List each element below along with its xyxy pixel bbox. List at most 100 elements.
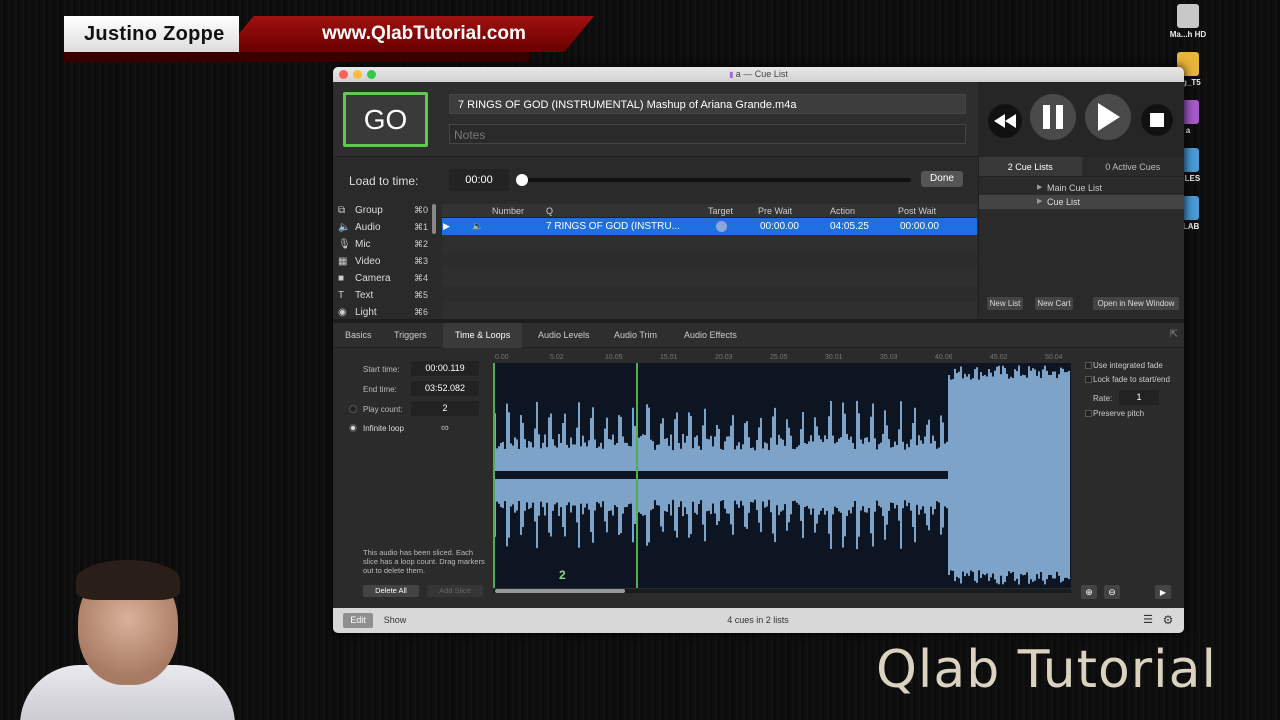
cue-type-video[interactable]: ▦ Video ⌘3 [333, 253, 436, 270]
cue-type-shortcut: ⌘2 [413, 239, 428, 249]
postwait-cell: 00:00.00 [900, 221, 939, 232]
ruler-tick-label: 5.02 [550, 354, 564, 361]
go-button[interactable]: GO [343, 92, 428, 147]
rate-label: Rate: [1093, 394, 1113, 403]
col-prewait[interactable]: Pre Wait [758, 206, 792, 216]
col-action[interactable]: Action [830, 206, 855, 216]
infinite-loop-radio[interactable] [349, 424, 357, 432]
cue-type-light[interactable]: ◉ Light ⌘6 [333, 304, 436, 320]
footer-bar: Edit Show 4 cues in 2 lists ☰ ⚙ [333, 608, 1184, 633]
load-slider-track[interactable] [521, 178, 911, 182]
play-button[interactable] [1085, 94, 1131, 140]
load-time-field[interactable]: 00:00 [449, 169, 509, 191]
rewind-icon [994, 114, 1016, 128]
rate-field[interactable]: 1 [1119, 390, 1159, 405]
cue-type-group[interactable]: ⧉ Group ⌘0 [333, 202, 436, 219]
cue-type-audio[interactable]: 🔈 Audio ⌘1 [333, 219, 436, 236]
load-to-time-bar: Load to time: 00:00 Done [333, 157, 978, 202]
notes-field[interactable]: Notes [449, 124, 966, 144]
table-row[interactable]: ▶ 🔈 7 RINGS OF GOD (INSTRU... 00:00.00 0… [442, 218, 977, 235]
new-list-button[interactable]: New List [987, 297, 1023, 310]
open-new-window-button[interactable]: Open in New Window [1093, 297, 1179, 310]
play-count-radio[interactable] [349, 405, 357, 413]
tab-time-loops[interactable]: Time & Loops [443, 323, 523, 348]
cue-type-text[interactable]: T Text ⌘5 [333, 287, 436, 304]
cue-type-icon: ⧉ [338, 205, 346, 216]
list-item-cue-list[interactable]: ▶ Cue List [979, 195, 1184, 209]
list-view-icon[interactable]: ☰ [1141, 613, 1155, 628]
tab-active-cues[interactable]: 0 Active Cues [1082, 157, 1185, 176]
tab-audio-effects[interactable]: Audio Effects [672, 323, 749, 348]
waveform-view[interactable]: 2 [493, 363, 1071, 588]
cue-lists-panel: 2 Cue Lists 0 Active Cues ▶ Main Cue List… [978, 157, 1184, 317]
waveform-center-gap [493, 471, 948, 479]
add-slice-button[interactable]: Add Slice [427, 585, 483, 597]
minimize-window-button[interactable] [353, 70, 362, 79]
col-target[interactable]: Target [708, 206, 733, 216]
document-icon: ▮ [729, 70, 736, 79]
tutorial-url: www.QlabTutorial.com [224, 16, 594, 52]
cue-type-icon: 🔈 [338, 222, 351, 233]
show-mode-button[interactable]: Show [379, 613, 411, 628]
cue-type-shortcut: ⌘0 [413, 205, 428, 215]
zoom-in-button[interactable]: ⊕ [1081, 585, 1097, 599]
stop-button[interactable] [1141, 104, 1173, 136]
cue-table: Number Q Target Pre Wait Action Post Wai… [442, 204, 977, 320]
prewait-cell: 00:00.00 [760, 221, 799, 232]
integrated-fade-checkbox[interactable] [1085, 362, 1092, 369]
tab-audio-trim[interactable]: Audio Trim [602, 323, 669, 348]
target-icon[interactable] [716, 221, 727, 232]
cue-type-icon: ■ [338, 273, 345, 284]
tab-triggers[interactable]: Triggers [382, 323, 439, 348]
cue-type-shortcut: ⌘3 [413, 256, 428, 266]
zoom-out-button[interactable]: ⊖ [1104, 585, 1120, 599]
pause-button[interactable] [1030, 94, 1076, 140]
popout-icon[interactable]: ⇱ [1170, 329, 1178, 340]
start-time-field[interactable]: 00:00.119 [411, 361, 479, 376]
lock-fade-checkbox[interactable] [1085, 376, 1092, 383]
playhead-icon: ▶ [443, 221, 450, 231]
col-q[interactable]: Q [546, 206, 553, 216]
cue-type-camera[interactable]: ■ Camera ⌘4 [333, 270, 436, 287]
cue-type-shortcut: ⌘1 [413, 222, 428, 232]
cue-type-mic[interactable]: 🎙 Mic ⌘2 [333, 236, 436, 253]
start-marker[interactable] [493, 363, 495, 588]
play-count-field[interactable]: 2 [411, 401, 479, 416]
inspector-panel: ⇱ Basics Triggers Time & Loops Audio Levels… [333, 323, 1184, 608]
rewind-button[interactable] [988, 104, 1022, 138]
new-cart-button[interactable]: New Cart [1035, 297, 1073, 310]
cue-name-field[interactable]: 7 RINGS OF GOD (INSTRUMENTAL) Mashup of … [449, 94, 966, 114]
list-item-main-cue-list[interactable]: ▶ Main Cue List [979, 181, 1184, 195]
gear-icon[interactable]: ⚙ [1161, 613, 1175, 628]
ruler-tick-label: 25.05 [770, 354, 788, 361]
cue-q-cell: 7 RINGS OF GOD (INSTRU... [546, 221, 680, 232]
done-button[interactable]: Done [921, 171, 963, 187]
cue-type-label: Video [355, 256, 381, 267]
ruler-tick-label: 20.03 [715, 354, 733, 361]
waveform-scrollbar[interactable] [493, 589, 1071, 593]
play-icon: ▶ [1159, 588, 1167, 597]
delete-all-button[interactable]: Delete All [363, 585, 419, 597]
preview-play-button[interactable]: ▶ [1155, 585, 1171, 599]
tab-cue-lists[interactable]: 2 Cue Lists [979, 157, 1082, 176]
ruler-tick-label: 30.01 [825, 354, 843, 361]
col-postwait[interactable]: Post Wait [898, 206, 936, 216]
cue-type-label: Audio [355, 222, 381, 233]
stop-icon [1150, 113, 1164, 127]
edit-mode-button[interactable]: Edit [343, 613, 373, 628]
end-time-field[interactable]: 03:52.082 [411, 381, 479, 396]
zoom-window-button[interactable] [367, 70, 376, 79]
tab-basics[interactable]: Basics [333, 323, 384, 348]
ruler-tick-label: 0.00 [495, 354, 509, 361]
slice-marker[interactable] [636, 363, 638, 588]
preserve-pitch-label: Preserve pitch [1093, 409, 1145, 418]
preserve-pitch-checkbox[interactable] [1085, 410, 1092, 417]
presenter-banner: www.QlabTutorial.com Justino Zoppe [64, 16, 594, 62]
desktop-icon-0[interactable]: Ma...h HD [1166, 4, 1210, 39]
slice-note: This audio has been sliced. Each slice h… [363, 548, 485, 575]
tab-audio-levels[interactable]: Audio Levels [526, 323, 602, 348]
load-slider-knob[interactable] [516, 174, 528, 186]
col-number[interactable]: Number [492, 206, 524, 216]
close-window-button[interactable] [339, 70, 348, 79]
ruler-tick-label: 35.03 [880, 354, 898, 361]
